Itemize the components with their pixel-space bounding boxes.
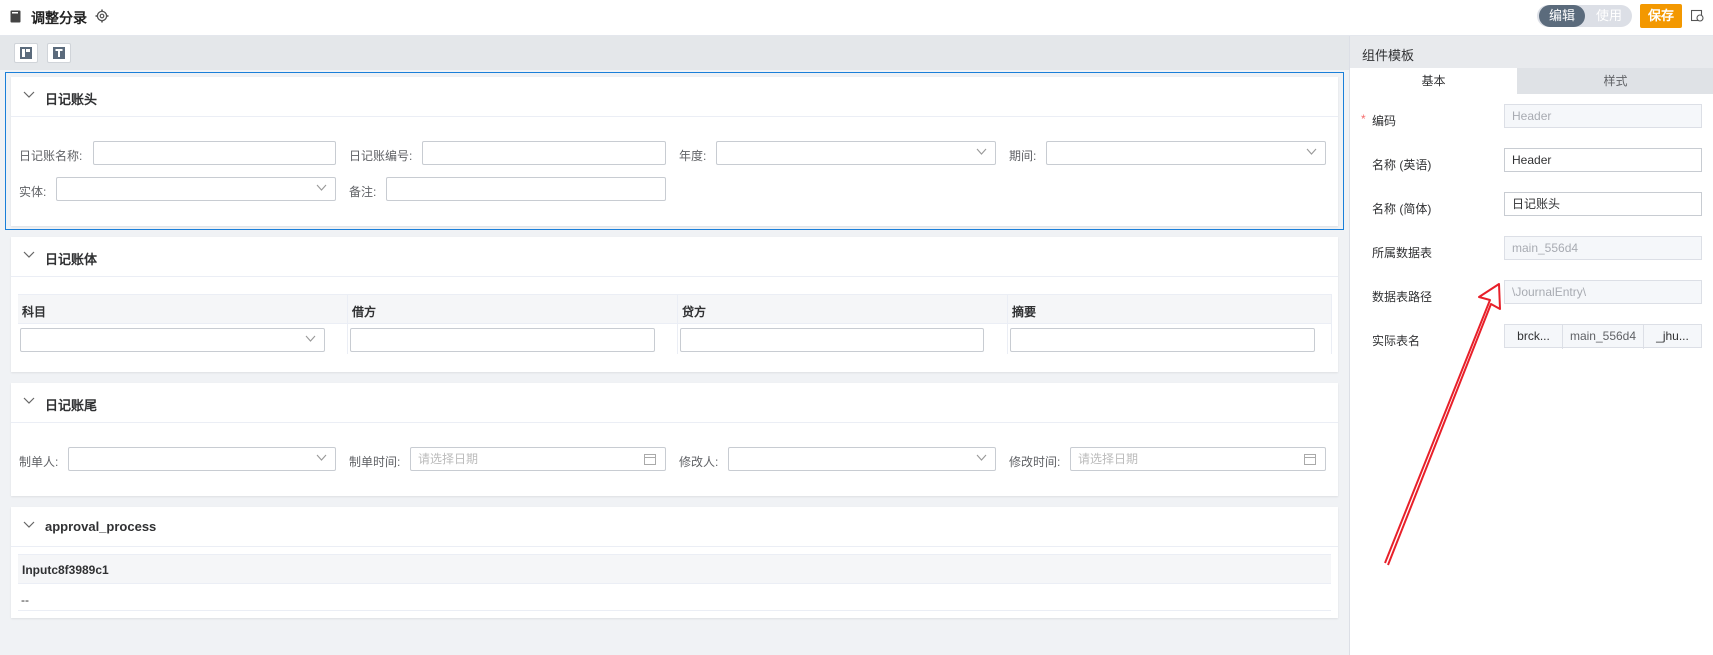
entity-select[interactable] [56,177,336,201]
modifier-select[interactable] [728,447,996,471]
actual-table-main: main_556d4 [1563,325,1644,349]
journal-name-label: 日记账名称: [19,149,83,163]
created-time-label: 制单时间: [349,455,401,469]
approval-cell-value: -- [21,593,29,607]
column-header-summary: 摘要 [1012,305,1037,319]
section-title: 日记账头 [45,92,98,107]
layout-tool-button[interactable] [14,43,38,63]
text-icon [53,47,65,59]
modified-time-picker[interactable]: 请选择日期 [1070,447,1326,471]
year-label: 年度: [679,149,707,163]
chevron-down-icon [305,335,316,342]
section-approval-process[interactable]: approval_process Inputc8f3989c1 -- [11,507,1338,618]
chevron-down-icon[interactable] [23,251,35,259]
top-bar: 调整分录 编辑 使用 保存 [0,0,1713,36]
created-time-picker[interactable]: 请选择日期 [410,447,666,471]
period-select[interactable] [1046,141,1326,165]
name-zh-input[interactable]: 日记账头 [1504,192,1702,216]
year-select[interactable] [716,141,996,165]
tab-style[interactable]: 样式 [1517,68,1713,94]
page-title: 调整分录 [31,10,87,26]
mode-toggle[interactable]: 编辑 使用 [1537,5,1632,27]
actual-table-label: 实际表名 [1372,334,1421,348]
remark-input[interactable] [386,177,666,201]
remark-label: 备注: [349,185,377,199]
calendar-icon [644,454,656,465]
column-header-debit: 借方 [352,305,377,319]
section-header[interactable]: 日记账体 [11,237,1338,277]
credit-input[interactable] [680,328,984,352]
date-placeholder: 请选择日期 [1078,452,1139,466]
data-table-label: 所属数据表 [1372,246,1433,260]
code-label: 编码 [1372,114,1397,128]
preview-icon[interactable] [1691,9,1704,22]
table-path-label: 数据表路径 [1372,290,1433,304]
code-input[interactable]: Header [1504,104,1702,128]
section-journal-header[interactable]: 日记账头 日记账名称: 日记账编号: 年度: 期间: 实体: 备注: [11,77,1338,226]
chevron-down-icon [1306,148,1317,155]
chevron-down-icon[interactable] [23,521,35,529]
modified-time-label: 修改时间: [1009,455,1061,469]
name-zh-label: 名称 (简体) [1372,202,1432,216]
debit-input[interactable] [350,328,655,352]
column-divider [1331,294,1332,354]
column-divider [1007,294,1008,354]
account-select[interactable] [20,328,325,352]
section-title: 日记账尾 [45,398,98,413]
book-icon [10,10,21,23]
calendar-icon [1304,454,1316,465]
section-title: 日记账体 [45,252,98,267]
save-button[interactable]: 保存 [1640,4,1682,28]
summary-input[interactable] [1010,328,1315,352]
entity-label: 实体: [19,185,47,199]
creator-label: 制单人: [19,455,59,469]
journal-name-input[interactable] [93,141,336,165]
panel-title-bar: 组件模板 [1350,36,1713,68]
data-table-input[interactable]: main_556d4 [1504,236,1702,260]
panel-title: 组件模板 [1362,48,1415,63]
modifier-label: 修改人: [679,455,719,469]
section-header[interactable]: 日记账尾 [11,383,1338,423]
chevron-down-icon [976,148,987,155]
creator-select[interactable] [68,447,336,471]
name-en-input[interactable]: Header [1504,148,1702,172]
mode-edit-option[interactable]: 编辑 [1539,5,1585,27]
column-divider [677,294,678,354]
date-placeholder: 请选择日期 [418,452,479,466]
column-header-account: 科目 [22,305,47,319]
period-label: 期间: [1009,149,1037,163]
mode-use-option[interactable]: 使用 [1587,5,1631,27]
column-header-approval-input: Inputc8f3989c1 [22,563,109,577]
chevron-down-icon[interactable] [23,91,35,99]
canvas-toolbar [0,36,1349,70]
table-path-input[interactable]: \JournalEntry\ [1504,280,1702,304]
name-en-label: 名称 (英语) [1372,158,1432,172]
row-divider [18,610,1331,611]
actual-table-prefix: brck... [1505,325,1563,349]
gear-icon[interactable] [95,9,109,23]
column-header-credit: 贷方 [682,305,707,319]
chevron-down-icon [316,184,327,191]
actual-table-suffix: _jhu... [1656,329,1689,343]
section-header[interactable]: 日记账头 [11,77,1338,117]
journal-no-input[interactable] [422,141,666,165]
section-journal-body[interactable]: 日记账体 科目 借方 贷方 摘要 [11,237,1338,372]
journal-no-label: 日记账编号: [349,149,413,163]
layout-icon [20,47,32,59]
required-marker: * [1361,112,1366,126]
chevron-down-icon[interactable] [23,397,35,405]
section-title: approval_process [45,519,157,534]
actual-table-input[interactable]: brck... main_556d4 _jhu... [1504,324,1702,349]
section-journal-footer[interactable]: 日记账尾 制单人: 制单时间: 请选择日期 修改人: 修改时间: 请选择日期 [11,383,1338,496]
text-tool-button[interactable] [47,43,71,63]
tab-basic[interactable]: 基本 [1350,68,1517,94]
section-header[interactable]: approval_process [11,507,1338,547]
column-divider [347,294,348,354]
grid-header-row: 科目 借方 贷方 摘要 [18,294,1331,324]
chevron-down-icon [316,454,327,461]
chevron-down-icon [976,454,987,461]
approval-grid-header: Inputc8f3989c1 [18,554,1331,584]
property-panel: 组件模板 基本 样式 * 编码 Header 名称 (英语) Header 名称… [1349,36,1713,655]
